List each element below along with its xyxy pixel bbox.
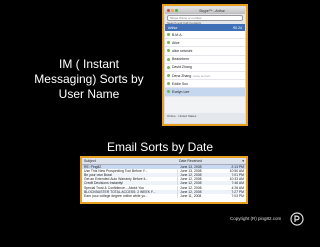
- contact-list: B.M.A. Alice alice network Beanebenr Dav…: [165, 31, 245, 97]
- im-caption: IM ( Instant Messaging) Sorts by User Na…: [34, 57, 144, 101]
- online-status-icon: [167, 82, 170, 86]
- online-status-icon: [167, 65, 170, 69]
- ping82-logo-icon: [290, 212, 304, 226]
- contact-item[interactable]: Dena Zhang Away and tell: [165, 72, 245, 81]
- skype-credit: €0.24: [233, 25, 242, 30]
- minimize-icon[interactable]: [171, 9, 174, 12]
- contact-item[interactable]: Beanebenr: [165, 56, 245, 64]
- skype-titlebar: Skype™ - Arthur: [165, 7, 245, 14]
- skype-user-name: Arthur: [168, 25, 178, 30]
- contact-item[interactable]: Eddie Sun: [165, 80, 245, 89]
- subject-column-header[interactable]: Subject: [82, 159, 177, 163]
- skype-window: Skype™ - Arthur Skype Name or number Sea…: [165, 7, 245, 123]
- email-window-highlight: Subject Date Received ▾ RE: Ping82 June 13…: [80, 156, 248, 204]
- skype-status-text[interactable]: Online · United States: [165, 113, 245, 119]
- email-list: RE: Ping82 June 13, 2008 2:13 PM Use This …: [82, 165, 246, 198]
- skype-title: Skype™ - Arthur: [199, 8, 225, 13]
- contact-item[interactable]: Alice: [165, 39, 245, 48]
- skype-window-highlight: Skype™ - Arthur Skype Name or number Sea…: [162, 4, 248, 126]
- slide: IM ( Instant Messaging) Sorts by User Na…: [0, 0, 320, 247]
- email-caption: Email Sorts by Date: [106, 140, 214, 154]
- online-status-icon: [167, 49, 170, 53]
- email-table-header: Subject Date Received ▾: [82, 158, 246, 165]
- online-status-icon: [167, 41, 170, 45]
- close-icon[interactable]: [167, 9, 170, 12]
- skype-user-bar[interactable]: Arthur €0.24: [165, 24, 245, 31]
- date-column-header[interactable]: Date Received ▾: [177, 159, 246, 163]
- contact-item[interactable]: Evelyn Lee: [165, 88, 245, 97]
- skype-status-bar: Online · United States: [165, 113, 245, 123]
- email-row[interactable]: Earn your college degree online while yo…: [82, 193, 246, 198]
- contact-item[interactable]: David Zhang: [165, 64, 245, 72]
- skype-toolbar: Skype Name or number Search and Call Con…: [165, 14, 245, 25]
- online-status-icon: [167, 74, 170, 78]
- online-status-icon: [167, 57, 170, 61]
- contact-item[interactable]: B.M.A.: [165, 31, 245, 40]
- zoom-icon[interactable]: [175, 9, 178, 12]
- copyright-text: Copyright (R) ping82.com: [230, 216, 282, 221]
- sort-descending-icon: ▾: [242, 159, 244, 163]
- contact-item[interactable]: alice network: [165, 47, 245, 56]
- online-status-icon: [167, 90, 170, 94]
- online-status-icon: [167, 33, 170, 37]
